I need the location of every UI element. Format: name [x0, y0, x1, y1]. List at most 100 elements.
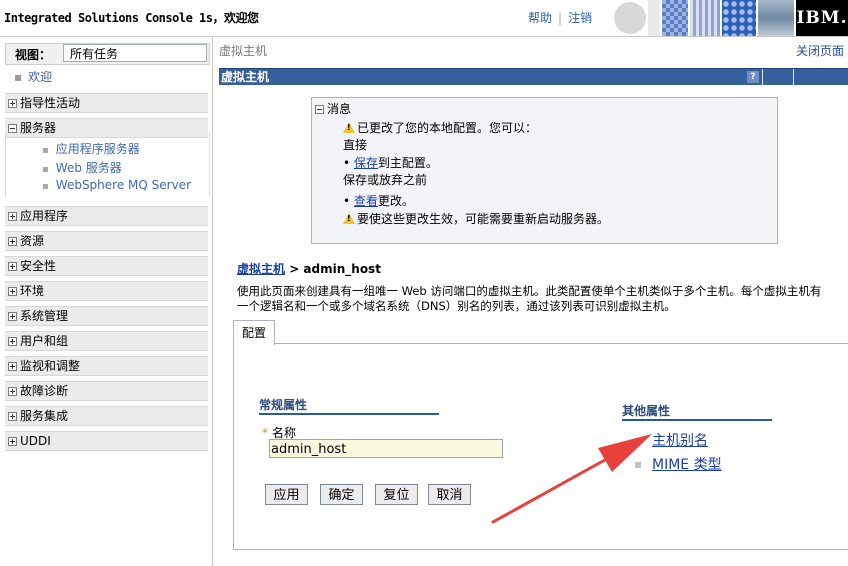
nav-group-system-administration[interactable]: 系统管理 [5, 306, 208, 326]
configuration-panel: 常规属性 * 名称 admin_host 应用 确定 复位 取消 其他属性 主机别… [233, 343, 848, 550]
message-line: 已更改了您的本地配置。您可以： [343, 119, 537, 136]
message-text: 已更改了您的本地配置。您可以： [357, 121, 538, 135]
page-description: 使用此页面来创建具有一组唯一 Web 访问端口的虚拟主机。此类配置使单个主机类似… [237, 284, 848, 314]
navigation-panel: 视图： 所有任务 ▪ 欢迎 指导性活动 服务器 ▪ 应用程序服务器 ▪ Web 服务器… [0, 37, 213, 566]
view-label: 视图： [15, 48, 52, 62]
required-marker: * [262, 426, 268, 440]
message-line: 直接 [343, 136, 367, 153]
nav-item-websphere-mq-server[interactable]: ▪ WebSphere MQ Server [42, 178, 191, 192]
expand-icon [8, 437, 17, 446]
bullet-icon [635, 438, 641, 444]
page-path-current: > admin_host [285, 262, 381, 276]
nav-group-resources[interactable]: 资源 [5, 231, 208, 251]
welcome-link[interactable]: ▪ 欢迎 [14, 68, 52, 85]
messages-box: 消息 已更改了您的本地配置。您可以： 直接 • 保存到主配置。 保存或放弃之前 … [311, 97, 778, 244]
ok-button[interactable]: 确定 [320, 484, 363, 505]
cancel-button[interactable]: 取消 [428, 484, 471, 505]
nav-group-security[interactable]: 安全性 [5, 256, 208, 276]
messages-header[interactable]: 消息 [315, 100, 351, 117]
bullet-icon: ▪ [14, 70, 23, 84]
save-link[interactable]: 保存 [354, 156, 378, 170]
nav-group-label: 服务集成 [20, 409, 69, 423]
nav-item-label: WebSphere MQ Server [55, 178, 191, 192]
help-icon[interactable]: ? [747, 71, 759, 83]
main-content: 虚拟主机 关闭页面 虚拟主机 ? 消息 已更改了您的本地配置。您可以： 直接 •… [215, 37, 848, 566]
nav-group-label: 指导性活动 [20, 96, 81, 110]
message-line: • 查看更改。 [343, 194, 414, 208]
message-text: 保存或放弃之前 [343, 173, 428, 187]
additional-properties-heading: 其他属性 [622, 402, 772, 421]
host-aliases-link[interactable]: 主机别名 [652, 430, 708, 450]
logout-link[interactable]: 注销 [568, 11, 592, 25]
bullet-icon: ▪ [42, 181, 49, 192]
help-link[interactable]: 帮助 [528, 11, 552, 25]
apply-button[interactable]: 应用 [265, 484, 308, 505]
message-text: 直接 [343, 138, 368, 152]
banner-links: 帮助 | 注销 [528, 9, 592, 26]
expand-icon [8, 387, 17, 396]
expand-icon [8, 237, 17, 246]
message-line: 保存或放弃之前 [343, 171, 427, 188]
bullet-icon: ▪ [42, 145, 49, 156]
decorative-stripes [690, 0, 720, 36]
warning-icon [343, 213, 355, 224]
bullet-icon [635, 462, 641, 468]
decorative-strip [648, 0, 660, 36]
nav-group-troubleshooting[interactable]: 故障诊断 [5, 381, 208, 401]
warning-icon [343, 122, 355, 133]
virtual-hosts-link[interactable]: 虚拟主机 [237, 262, 285, 276]
expand-icon [8, 412, 17, 421]
review-link[interactable]: 查看 [354, 194, 378, 208]
nav-group-label: 用户和组 [20, 334, 69, 348]
expand-icon [8, 212, 17, 221]
name-label: 名称 [272, 426, 297, 440]
message-line: • 保存到主配置。 [343, 156, 438, 170]
expand-icon [8, 99, 17, 108]
view-selector-row: 视图： 所有任务 [5, 43, 210, 65]
nav-group-applications[interactable]: 应用程序 [5, 206, 208, 226]
message-text: 到主配置。 [377, 156, 438, 170]
decorative-dots [722, 0, 756, 36]
expand-icon [8, 362, 17, 371]
nav-item-application-servers[interactable]: ▪ 应用程序服务器 [42, 140, 140, 157]
decorative-water-image [758, 0, 794, 36]
nav-group-users-and-groups[interactable]: 用户和组 [5, 331, 208, 351]
servers-subitems: ▪ 应用程序服务器 ▪ Web 服务器 ▪ WebSphere MQ Server [5, 133, 210, 197]
ibm-logo-banner: IBM. [610, 0, 848, 36]
expand-icon [8, 262, 17, 271]
nav-group-label: 资源 [20, 234, 45, 248]
view-select[interactable]: 所有任务 [63, 44, 207, 62]
general-properties-heading: 常规属性 [259, 396, 439, 415]
message-line: 要使这些更改生效，可能需要重新启动服务器。 [343, 210, 609, 227]
expand-icon [8, 287, 17, 296]
nav-group-service-integration[interactable]: 服务集成 [5, 406, 208, 426]
nav-group-environment[interactable]: 环境 [5, 281, 208, 301]
collapse-icon [8, 124, 17, 133]
reset-button[interactable]: 复位 [375, 484, 418, 505]
close-page-link[interactable]: 关闭页面 [796, 42, 844, 59]
portlet-title-bar: 虚拟主机 ? [219, 68, 848, 85]
nav-group-uddi[interactable]: UDDI [5, 431, 208, 451]
console-title: Integrated Solutions Console 1s，欢迎您 [4, 11, 259, 25]
nav-group-guided-activities[interactable]: 指导性活动 [5, 93, 208, 113]
welcome-label: 欢迎 [28, 70, 53, 84]
ibm-logo: IBM. [796, 0, 848, 36]
nav-group-label: 应用程序 [20, 209, 69, 223]
mime-types-link[interactable]: MIME 类型 [652, 454, 722, 474]
nav-item-web-servers[interactable]: ▪ Web 服务器 [42, 159, 122, 176]
expand-icon [8, 312, 17, 321]
tab-configuration[interactable]: 配置 [233, 320, 275, 345]
decorative-circle [614, 2, 646, 34]
name-input[interactable]: admin_host [269, 439, 503, 458]
portlet-title: 虚拟主机 [221, 70, 270, 84]
expand-icon [8, 337, 17, 346]
message-text: 更改。 [377, 194, 414, 208]
messages-header-label: 消息 [327, 102, 352, 116]
nav-group-label: 系统管理 [20, 309, 69, 323]
collapse-icon [315, 105, 324, 114]
description-line: 一个逻辑名和一个或多个域名系统（DNS）别名的列表，通过该列表可识别虚拟主机。 [237, 299, 676, 313]
nav-item-label: 应用程序服务器 [55, 142, 140, 156]
description-line: 使用此页面来创建具有一组唯一 Web 访问端口的虚拟主机。此类配置使单个主机类似… [237, 284, 822, 298]
top-banner: Integrated Solutions Console 1s，欢迎您 帮助 | 注… [0, 0, 848, 37]
nav-group-monitoring-and-tuning[interactable]: 监视和调整 [5, 356, 208, 376]
